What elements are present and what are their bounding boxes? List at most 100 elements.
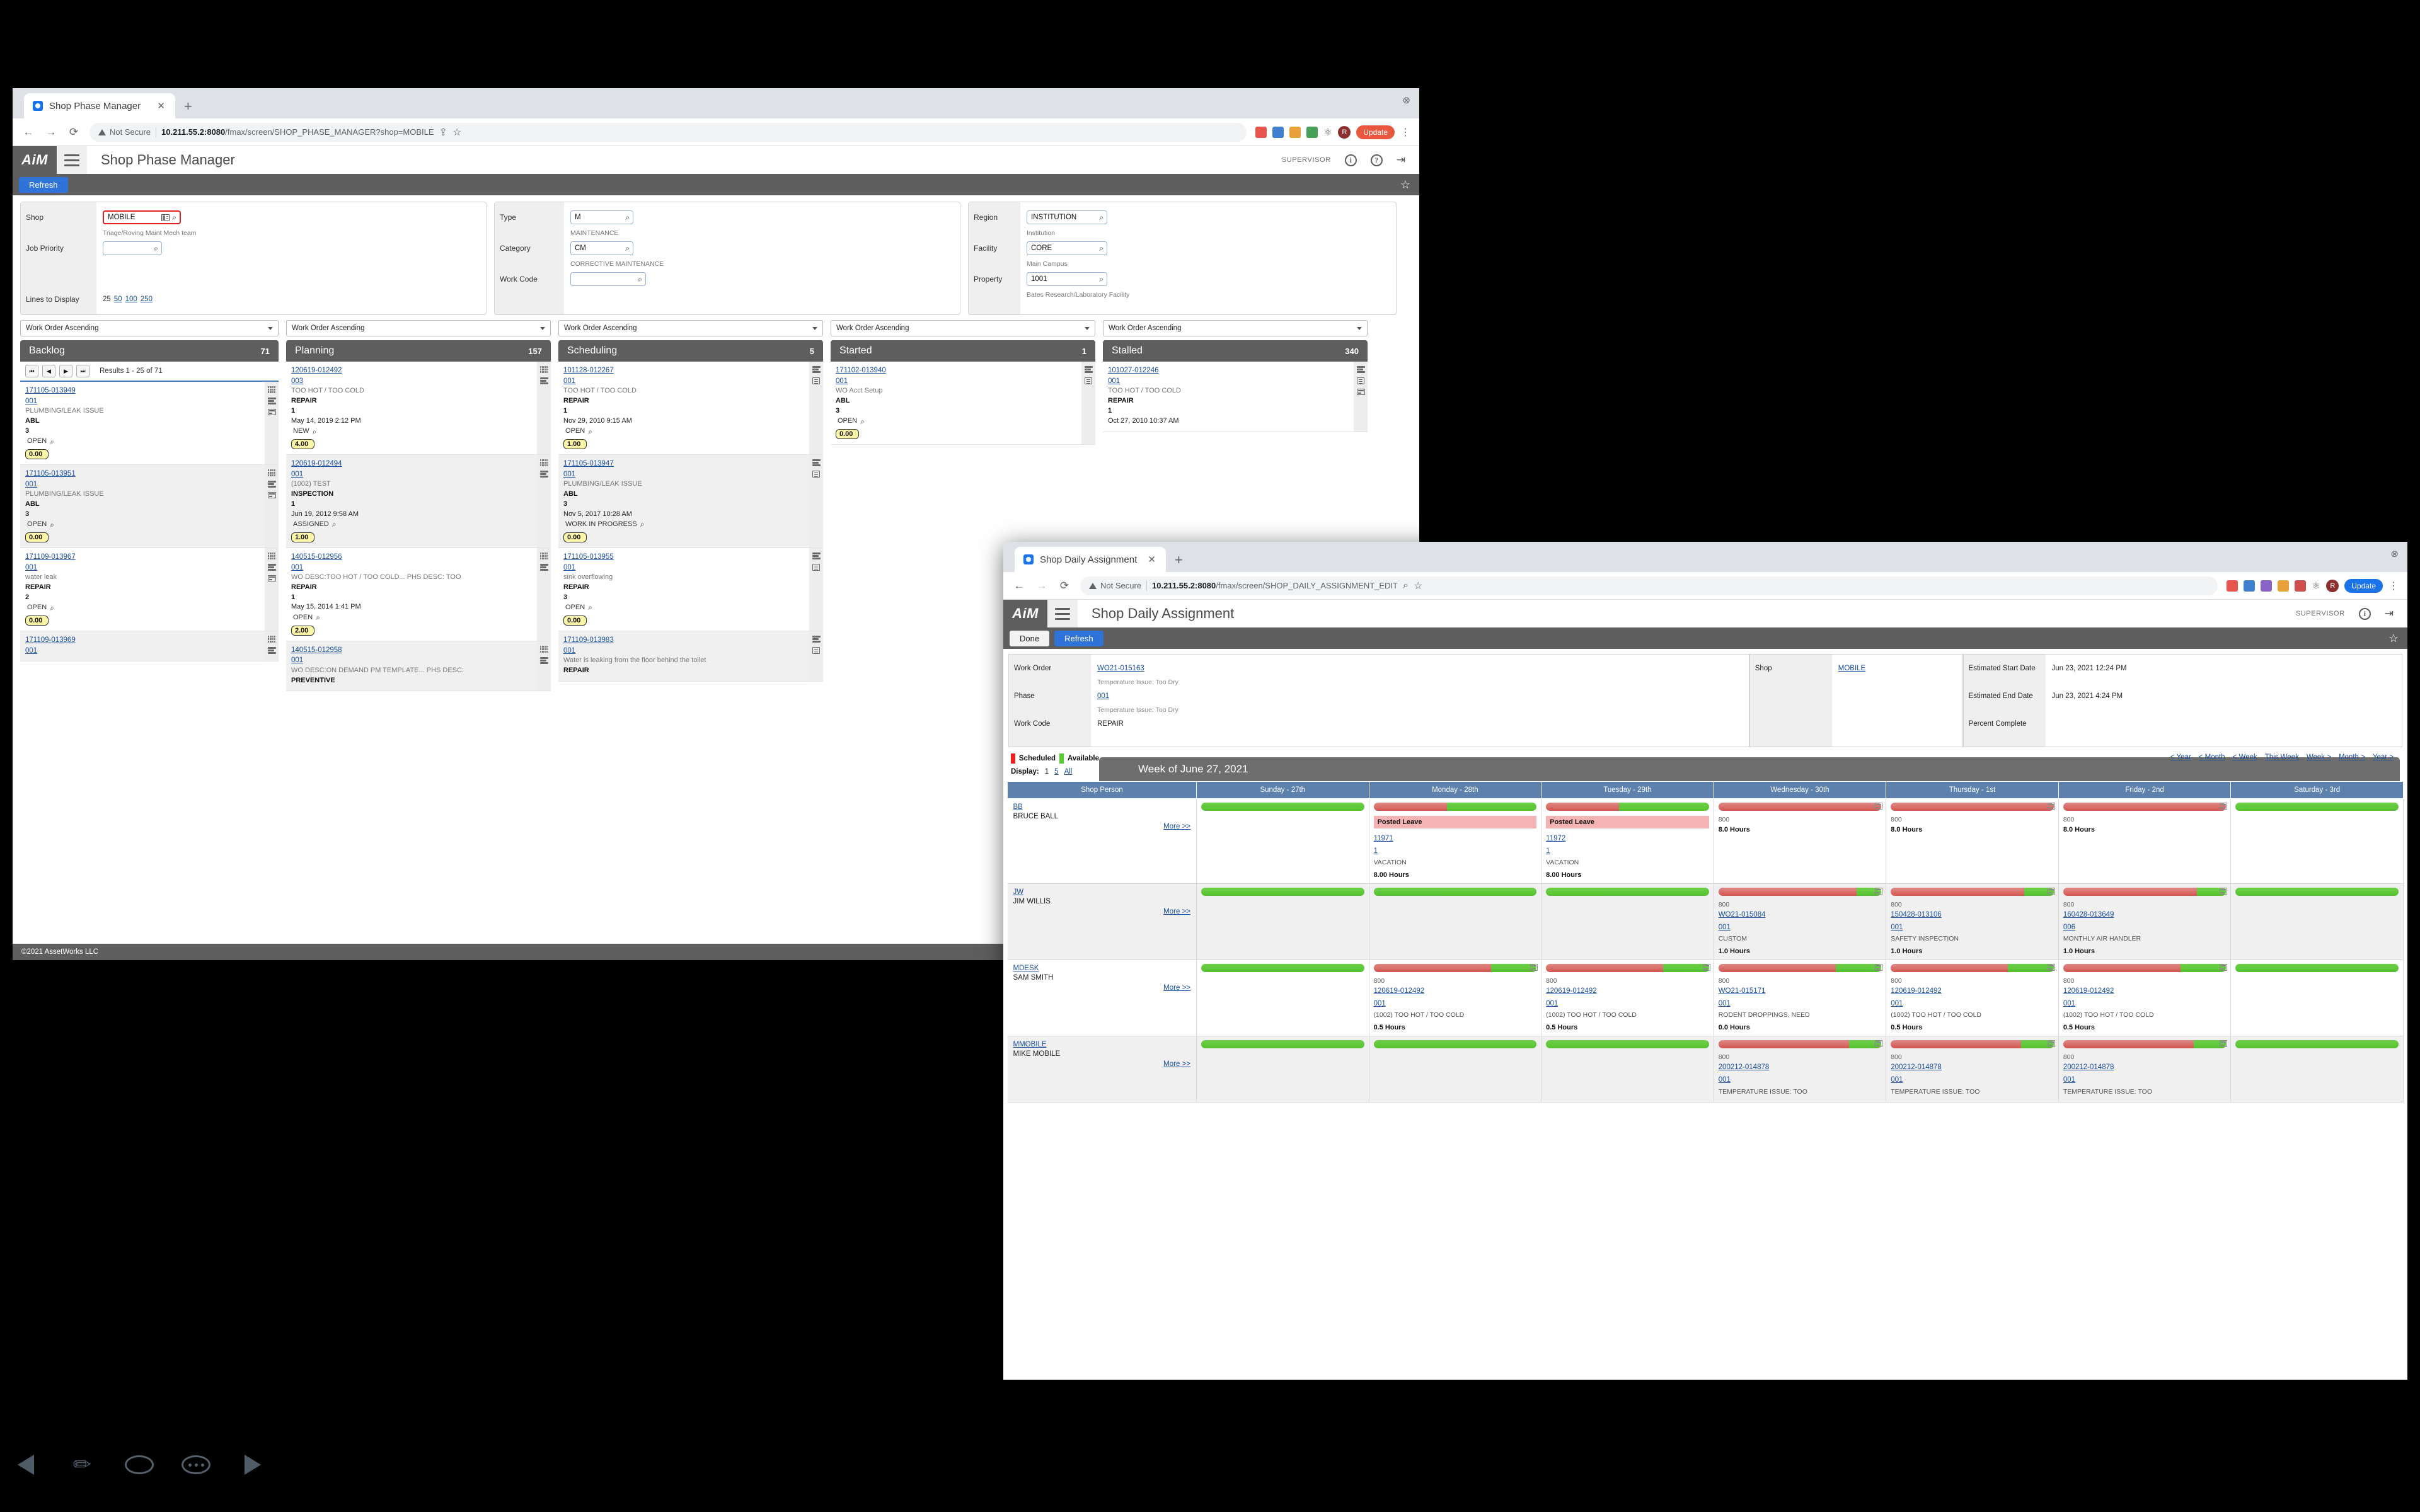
category-input[interactable] bbox=[575, 244, 623, 252]
chrome-menu-icon[interactable]: ⋮ bbox=[1400, 126, 1410, 139]
field-value[interactable]: 001 bbox=[1097, 687, 1743, 705]
lines-option-100[interactable]: 100 bbox=[125, 295, 137, 303]
back-icon[interactable]: ← bbox=[1012, 579, 1026, 593]
window-controls[interactable]: ⊗ bbox=[2390, 548, 2399, 559]
week-nav-week[interactable]: < Week bbox=[2233, 753, 2257, 761]
type-input-wrap[interactable]: ⌕ bbox=[570, 210, 633, 224]
list-bars-icon[interactable] bbox=[539, 470, 548, 478]
list-picker-icon[interactable] bbox=[161, 214, 170, 221]
card-hours-pill[interactable]: 1.00 bbox=[563, 438, 587, 449]
card-view-icon[interactable] bbox=[1875, 1040, 1883, 1048]
search-icon[interactable]: ⌕ bbox=[50, 520, 54, 530]
edit-pencil-icon[interactable]: ✎ bbox=[62, 1444, 103, 1485]
job-priority-input[interactable] bbox=[107, 244, 152, 252]
aim-logo[interactable]: AiM bbox=[13, 146, 57, 174]
search-icon[interactable]: ⌕ bbox=[625, 213, 630, 222]
extension-icon-2[interactable] bbox=[2243, 580, 2255, 592]
field-value[interactable]: MOBILE bbox=[1838, 659, 1956, 677]
detail-lines-icon[interactable] bbox=[1357, 377, 1364, 384]
calendar-day-cell[interactable]: Posted Leave 11972 1 VACATION 8.00 Hours bbox=[1541, 798, 1714, 885]
list-bars-icon[interactable] bbox=[812, 459, 821, 466]
close-icon[interactable]: ✕ bbox=[154, 100, 168, 112]
field-value[interactable]: WO21-015163 bbox=[1097, 659, 1743, 677]
work-order-link[interactable]: 120619-012492 bbox=[291, 365, 532, 376]
detail-lines-icon[interactable] bbox=[812, 646, 820, 654]
detail-lines-icon[interactable] bbox=[812, 563, 820, 571]
menu-hamburger-icon[interactable] bbox=[1047, 600, 1078, 627]
calendar-day-cell[interactable] bbox=[2230, 959, 2404, 1037]
search-icon[interactable]: ⌕ bbox=[1099, 213, 1103, 222]
keyboard-icon[interactable] bbox=[125, 1450, 154, 1479]
search-icon[interactable]: ⌕ bbox=[588, 602, 592, 613]
window-controls[interactable]: ⊗ bbox=[1402, 94, 1410, 106]
card-view-icon[interactable] bbox=[267, 492, 276, 498]
phase-link[interactable]: 001 bbox=[1891, 997, 2054, 1010]
more-link[interactable]: More >> bbox=[1163, 1060, 1190, 1068]
detail-lines-icon[interactable] bbox=[812, 377, 820, 384]
card-view-icon[interactable] bbox=[1356, 389, 1365, 395]
phase-link[interactable]: 001 bbox=[563, 376, 804, 387]
bookmark-star-icon[interactable]: ☆ bbox=[452, 126, 461, 139]
pager-first-button[interactable]: ⏮ bbox=[25, 365, 38, 377]
phase-link[interactable]: 001 bbox=[291, 655, 532, 666]
calendar-day-cell[interactable] bbox=[2230, 798, 2404, 885]
calendar-day-cell[interactable]: 800 8.0 Hours bbox=[1714, 798, 1887, 885]
facility-input-wrap[interactable]: ⌕ bbox=[1027, 241, 1107, 255]
list-bars-icon[interactable] bbox=[539, 563, 548, 571]
calendar-day-cell[interactable]: 800 120619-012492 001 (1002) TOO HOT / TOO … bbox=[1541, 959, 1714, 1037]
card-view-icon[interactable] bbox=[2047, 1040, 2055, 1048]
person-id-link[interactable]: MDESK bbox=[1013, 965, 1191, 972]
card-view-icon[interactable] bbox=[1702, 964, 1710, 971]
pager-prev-button[interactable]: ◀ bbox=[42, 365, 55, 377]
extension-icon-1[interactable] bbox=[2226, 580, 2238, 592]
work-order-link[interactable]: 171105-013951 bbox=[25, 469, 260, 479]
card-hours-pill[interactable]: 2.00 bbox=[291, 625, 315, 636]
reload-icon[interactable]: ⟳ bbox=[67, 125, 81, 139]
list-bars-icon[interactable] bbox=[812, 635, 821, 643]
window-close-icon[interactable]: ⊗ bbox=[2390, 548, 2399, 559]
search-icon[interactable]: ⌕ bbox=[50, 437, 54, 447]
list-bars-icon[interactable] bbox=[267, 398, 276, 404]
work-order-card[interactable]: 171102-013940 001 WO Acct Setup ABL 3 OPEN ⌕ 0.… bbox=[831, 362, 1095, 445]
search-icon[interactable]: ⌕ bbox=[860, 416, 865, 427]
phase-link[interactable]: 001 bbox=[563, 563, 804, 573]
not-secure-indicator[interactable]: Not Secure bbox=[1089, 581, 1141, 590]
display-option-all[interactable]: All bbox=[1064, 768, 1073, 776]
search-icon[interactable]: ⌕ bbox=[316, 612, 320, 623]
sort-select-scheduling[interactable]: Work Order Ascending bbox=[558, 320, 823, 336]
info-icon[interactable]: i bbox=[2358, 607, 2371, 620]
search-icon[interactable]: ⌕ bbox=[172, 213, 176, 222]
aim-logo[interactable]: AiM bbox=[1003, 600, 1047, 627]
job-priority-input-wrap[interactable]: ⌕ bbox=[103, 241, 162, 255]
calendar-day-cell[interactable]: Posted Leave 11971 1 VACATION 8.00 Hours bbox=[1369, 798, 1542, 885]
bookmark-star-icon[interactable]: ☆ bbox=[1414, 580, 1422, 592]
work-order-link[interactable]: 171109-013983 bbox=[563, 635, 804, 646]
calendar-day-cell[interactable] bbox=[1541, 1036, 1714, 1103]
work-order-card[interactable]: 140515-012956 001 WO DESC:TOO HOT / TOO CO… bbox=[286, 547, 551, 641]
lines-to-display-links[interactable]: 25 50 100 250 bbox=[103, 295, 153, 303]
field-value-link[interactable]: MOBILE bbox=[1838, 665, 1865, 672]
list-bars-icon[interactable] bbox=[267, 564, 276, 571]
calendar-day-cell[interactable] bbox=[1196, 959, 1369, 1037]
phase-link[interactable]: 001 bbox=[1108, 376, 1349, 387]
done-button[interactable]: Done bbox=[1010, 630, 1050, 646]
address-bar[interactable]: Not Secure 10.211.55.2:8080/fmax/screen/… bbox=[89, 122, 1247, 142]
card-view-icon[interactable] bbox=[2220, 964, 2228, 971]
browser-tab-shop-daily-assignment[interactable]: Shop Daily Assignment ✕ bbox=[1015, 547, 1166, 572]
list-bars-icon[interactable] bbox=[812, 366, 821, 373]
address-bar[interactable]: Not Secure 10.211.55.2:8080/fmax/screen/… bbox=[1080, 576, 2218, 595]
work-order-link[interactable]: 200212-014878 bbox=[1891, 1061, 2054, 1074]
work-order-card[interactable]: 171105-013947 001 PLUMBING/LEAK ISSUE ABL 3 N… bbox=[558, 454, 823, 548]
work-order-card[interactable]: 171105-013955 001 sink overflowing REPAIR 3 O… bbox=[558, 547, 823, 631]
extension-icon-3[interactable] bbox=[2260, 580, 2272, 592]
pager-next-button[interactable]: ▶ bbox=[59, 365, 72, 377]
work-order-link[interactable]: 101027-012246 bbox=[1108, 365, 1349, 376]
phase-link[interactable]: 001 bbox=[25, 479, 260, 490]
work-order-link[interactable]: 11972 bbox=[1546, 832, 1709, 845]
extension-icon-2[interactable] bbox=[1272, 126, 1284, 138]
person-id-link[interactable]: JW bbox=[1013, 888, 1191, 896]
calendar-day-cell[interactable]: 800 120619-012492 001 (1002) TOO HOT / TOO … bbox=[2058, 959, 2232, 1037]
chart-grid-icon[interactable] bbox=[268, 469, 275, 476]
work-order-link[interactable]: 101128-012267 bbox=[563, 365, 804, 376]
search-icon[interactable]: ⌕ bbox=[313, 427, 317, 437]
